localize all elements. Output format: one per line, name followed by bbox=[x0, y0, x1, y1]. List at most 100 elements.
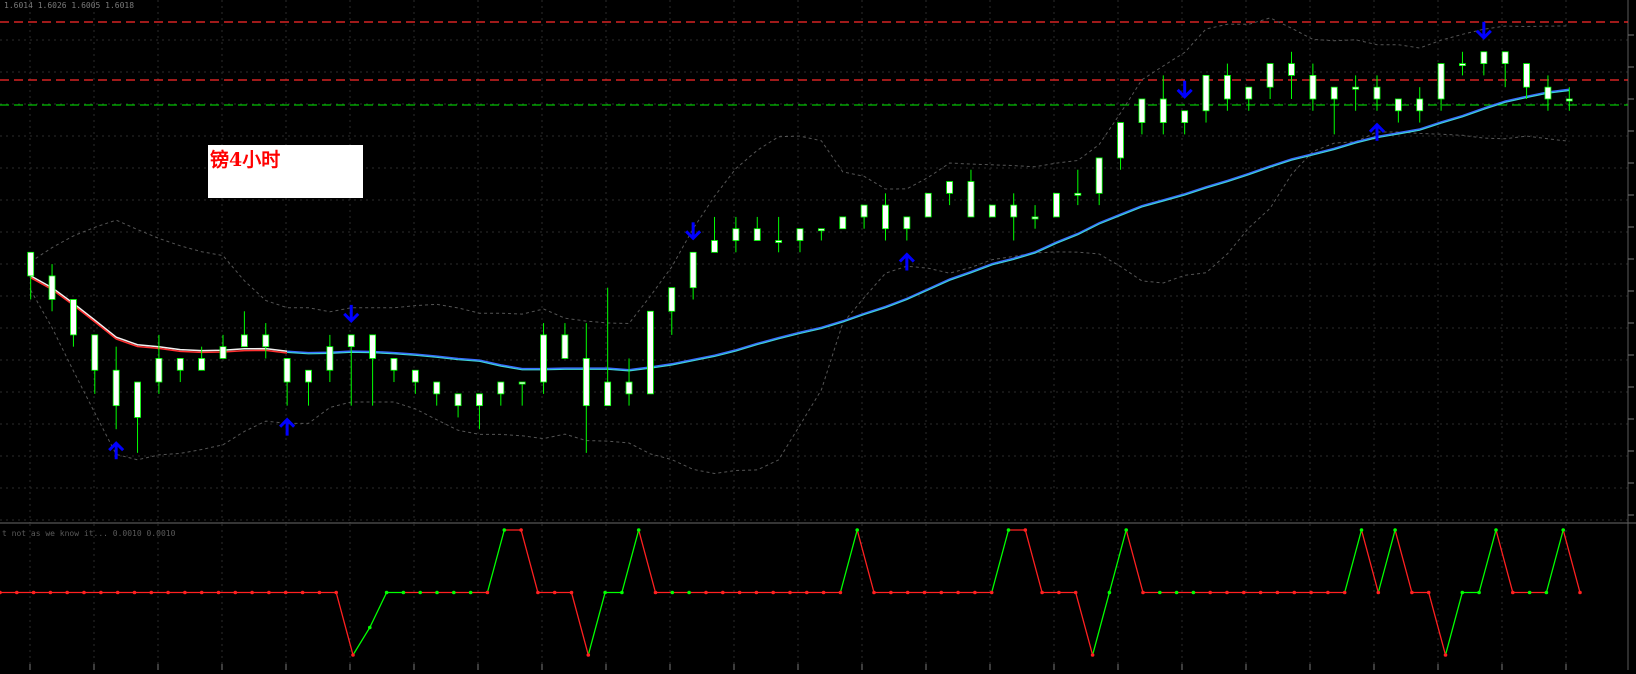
oscillator-point bbox=[1527, 590, 1532, 595]
candle-body bbox=[1437, 63, 1445, 100]
oscillator-point bbox=[1258, 590, 1263, 595]
oscillator-point bbox=[132, 590, 137, 595]
candle-body bbox=[1095, 157, 1103, 194]
oscillator-point bbox=[872, 590, 876, 595]
oscillator-point bbox=[14, 590, 19, 595]
candle-body bbox=[134, 381, 141, 418]
candle-body bbox=[27, 251, 35, 277]
candle-body bbox=[732, 228, 740, 241]
oscillator-point bbox=[636, 528, 641, 532]
candle-body bbox=[326, 346, 334, 371]
oscillator-point bbox=[569, 590, 574, 595]
candle-body bbox=[411, 369, 419, 383]
candle-body bbox=[1544, 86, 1552, 100]
annotation-box[interactable]: 镑4小时 bbox=[208, 145, 363, 198]
oscillator-point bbox=[1376, 590, 1381, 595]
oscillator-point bbox=[603, 590, 607, 595]
oscillator-point bbox=[1191, 590, 1196, 595]
oscillator-point bbox=[82, 590, 86, 595]
candle-body bbox=[1330, 86, 1338, 100]
oscillator-point bbox=[1040, 590, 1044, 595]
candle-body bbox=[283, 358, 291, 383]
oscillator-point bbox=[1107, 590, 1112, 595]
candle-body bbox=[369, 334, 377, 359]
candle-body bbox=[753, 228, 761, 241]
candle-body bbox=[839, 216, 847, 230]
candle-body bbox=[924, 192, 932, 218]
oscillator-point bbox=[1090, 653, 1095, 657]
oscillator-point bbox=[670, 590, 675, 595]
candle-body bbox=[1202, 74, 1210, 112]
oscillator-point bbox=[1460, 590, 1465, 595]
candle-body bbox=[497, 381, 505, 395]
oscillator-point bbox=[1426, 590, 1431, 595]
candle-body bbox=[262, 334, 270, 348]
oscillator-point bbox=[99, 590, 103, 595]
candle-body bbox=[1245, 86, 1253, 100]
oscillator-point bbox=[468, 590, 473, 595]
oscillator-point bbox=[1225, 590, 1229, 595]
candle-body bbox=[817, 228, 825, 232]
oscillator-point bbox=[788, 590, 792, 595]
oscillator-point bbox=[687, 590, 691, 595]
oscillator-point bbox=[1158, 590, 1162, 595]
oscillator-point bbox=[889, 590, 893, 595]
oscillator-point bbox=[401, 590, 406, 595]
oscillator-point bbox=[267, 590, 271, 595]
oscillator-point bbox=[65, 590, 69, 595]
oscillator-point bbox=[1023, 528, 1028, 532]
oscillator-point bbox=[1275, 590, 1280, 595]
candle-body bbox=[988, 204, 996, 218]
candle-body bbox=[305, 369, 312, 383]
candle-body bbox=[219, 346, 227, 359]
oscillator-point bbox=[317, 590, 322, 595]
candle-body bbox=[1523, 63, 1530, 88]
candle-body bbox=[1394, 98, 1402, 112]
indicator-readout: t not as we know it... 0.0010 0.0010 bbox=[2, 529, 176, 538]
candle bbox=[924, 192, 932, 218]
oscillator-point bbox=[1410, 590, 1414, 595]
oscillator-point bbox=[1578, 590, 1582, 595]
oscillator-point bbox=[1342, 590, 1347, 595]
oscillator-point bbox=[1511, 590, 1515, 595]
oscillator-point bbox=[552, 590, 557, 595]
candle bbox=[988, 204, 996, 218]
oscillator-point bbox=[1208, 590, 1212, 595]
candle-body bbox=[1501, 51, 1509, 64]
oscillator-point bbox=[939, 590, 944, 595]
candle-body bbox=[1459, 63, 1466, 66]
candle-body bbox=[540, 334, 547, 383]
oscillator-point bbox=[233, 590, 238, 595]
candle-body bbox=[48, 275, 56, 300]
oscillator-point bbox=[737, 590, 742, 595]
candle-body bbox=[1352, 86, 1360, 90]
candle-body bbox=[882, 204, 889, 230]
oscillator-point bbox=[771, 590, 775, 595]
candle-body bbox=[70, 299, 77, 336]
oscillator-point bbox=[1309, 590, 1313, 595]
oscillator-point bbox=[1141, 590, 1145, 595]
candle-body bbox=[1053, 192, 1060, 218]
oscillator-point bbox=[754, 590, 759, 595]
candle-body bbox=[198, 358, 206, 371]
oscillator-point bbox=[435, 590, 439, 595]
oscillator-point bbox=[922, 590, 927, 595]
candle-body bbox=[1288, 63, 1295, 76]
candle-body bbox=[582, 358, 590, 407]
oscillator-point bbox=[653, 590, 658, 595]
oscillator-point bbox=[351, 653, 355, 657]
oscillator-point bbox=[452, 590, 456, 595]
candle-body bbox=[1074, 192, 1082, 196]
oscillator-point bbox=[115, 590, 120, 595]
oscillator-point bbox=[1292, 590, 1297, 595]
oscillator-point bbox=[855, 528, 859, 532]
candle bbox=[839, 216, 847, 230]
candle-body bbox=[796, 228, 804, 241]
oscillator-point bbox=[1073, 590, 1078, 595]
chart-root: 1.6014 1.6026 1.6005 1.6018 t not as we … bbox=[0, 0, 1636, 670]
candle-body bbox=[112, 369, 120, 407]
candle-body bbox=[946, 181, 953, 194]
oscillator-point bbox=[704, 590, 708, 595]
oscillator-point bbox=[31, 590, 36, 595]
candle-body bbox=[689, 251, 697, 289]
